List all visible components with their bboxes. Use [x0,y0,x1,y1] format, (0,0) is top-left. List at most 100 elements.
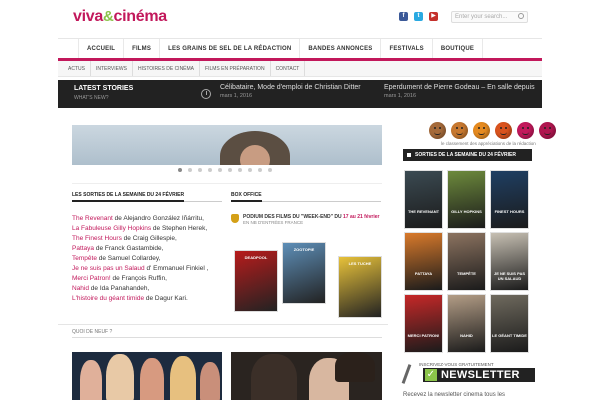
smiley-eye [434,127,436,129]
nav-item-bandes-annonces[interactable]: Bandes annonces [300,39,382,58]
rating-smiley-icon[interactable] [451,122,468,139]
release-film-link[interactable]: La Fabuleuse Gilly Hopkins [72,225,151,232]
nahid-poster[interactable]: Nahid [447,294,486,353]
box-office-title-text: Box Office [231,192,262,202]
rating-smileys [429,122,556,139]
ticker-story-date: mars 1, 2016 [384,93,417,99]
smiley-mouth [478,132,485,135]
smiley-mouth [456,132,463,135]
pen-icon [401,364,412,384]
slider-dot[interactable] [188,168,192,172]
slider-dot[interactable] [268,168,272,172]
slider-dot[interactable] [258,168,262,172]
smiley-mouth [500,132,507,135]
release-director: de Samuel Collardey, [96,255,161,262]
tuche-poster[interactable]: Les Tuche [338,256,382,318]
rating-smiley-icon[interactable] [539,122,556,139]
podium-dates[interactable]: 17 au 21 février [343,214,379,220]
release-film-link[interactable]: Pattaya [72,245,94,252]
geant-timide-poster[interactable]: Le géant timide [490,294,529,353]
ticker-story-title: Eperdument de Pierre Godeau – En salle d… [384,84,535,91]
poster-title: The Revenant [407,209,440,214]
deadpool-poster[interactable]: Deadpool [234,250,278,312]
box-office-box: Box Office PODIUM DES FILMS DU "WEEK-END… [231,192,382,318]
smiley-mouth [434,132,441,135]
youtube-icon[interactable]: ▶ [429,12,438,21]
gilly-hopkins-poster[interactable]: Gilly Hopkins [447,170,486,229]
poster-title: Les Tuche [348,261,372,266]
weekly-releases-title-text: Les sorties de la semaine du 24 février [72,192,185,202]
newsletter-description: Recevez la newsletter cinema tous les [403,392,506,398]
release-film-link[interactable]: The Finest Hours [72,235,122,242]
slider-dot[interactable] [228,168,232,172]
subnav-item-contact[interactable]: Contact [271,61,306,76]
release-item: The Revenant de Alejandro González Iñárr… [72,214,222,224]
divider [72,337,382,338]
slider-dot[interactable] [218,168,222,172]
subnav-item-interviews[interactable]: Interviews [91,61,133,76]
sub-nav: Actus Interviews Histoires de cinéma Fil… [58,61,542,77]
release-item: L'histoire du géant timide de Dagur Kari… [72,294,222,304]
release-film-link[interactable]: The Revenant [72,215,113,222]
subnav-item-preparation[interactable]: Films en préparation [200,61,271,76]
poster-title: Gilly Hopkins [451,209,482,214]
ticker-story-date: mars 1, 2016 [220,93,253,99]
nav-item-grains-de-sel[interactable]: Les grains de sel de la rédaction [160,39,301,58]
search-input[interactable]: Enter your search... [451,11,528,23]
search-placeholder: Enter your search... [455,14,508,20]
slider-dot[interactable] [208,168,212,172]
ticker-story[interactable]: Eperdument de Pierre Godeau – En salle d… [384,84,535,99]
pattaya-poster[interactable]: Pattaya [404,232,443,291]
podium-text: PODIUM DES FILMS DU "WEEK-END" DU 17 au … [231,214,381,226]
poster-title: Je ne suis pas un salaud [493,271,526,281]
main-nav: Accueil Films Les grains de sel de la ré… [58,38,542,61]
release-film-link[interactable]: L'histoire du géant timide [72,295,144,302]
release-director: de Alejandro González Iñárritu, [112,215,204,222]
news-photo-couple[interactable] [231,352,382,400]
the-revenant-poster[interactable]: The Revenant [404,170,443,229]
release-film-link[interactable]: Tempête [72,255,97,262]
logo-part-viva: viva [73,8,103,25]
merci-patron-poster[interactable]: Merci Patron! [404,294,443,353]
release-film-link[interactable]: Merci Patron! [72,275,111,282]
page: viva&cinéma f t ▶ Enter your search... A… [0,0,600,400]
rating-smiley-icon[interactable] [429,122,446,139]
checkmark-icon: ✓ [425,369,437,381]
release-item: Je ne suis pas un Salaud d' Emmanuel Fin… [72,264,222,274]
nav-item-festivals[interactable]: Festivals [381,39,433,58]
finest-hours-poster[interactable]: Finest Hours [490,170,529,229]
search-icon[interactable] [518,13,524,19]
tempete-poster[interactable]: Tempête [447,232,486,291]
latest-stories-subtitle: What's new? [74,95,109,101]
slider-dot[interactable] [178,168,182,172]
rating-smiley-icon[interactable] [517,122,534,139]
nav-item-boutique[interactable]: Boutique [433,39,484,58]
subnav-item-histoires[interactable]: Histoires de cinéma [133,61,201,76]
facebook-icon[interactable]: f [399,12,408,21]
rating-smiley-icon[interactable] [473,122,490,139]
salaud-poster[interactable]: Je ne suis pas un salaud [490,232,529,291]
subnav-item-actus[interactable]: Actus [63,61,91,76]
poster-title: Tempête [457,271,476,276]
slider-dot[interactable] [198,168,202,172]
featured-slider-image[interactable] [72,125,382,165]
ticker-story[interactable]: Célibataire, Mode d'emploi de Christian … [220,84,361,99]
rating-smiley-icon[interactable] [495,122,512,139]
site-logo[interactable]: viva&cinéma [73,8,167,26]
slider-dot[interactable] [248,168,252,172]
news-photo-group[interactable] [72,352,222,400]
photo-person [140,358,164,400]
newsletter-title: ✓ NEWSLETTER [423,368,535,382]
smiley-eye [549,127,551,129]
zootopia-poster[interactable]: Zootopie [282,242,326,304]
nav-item-accueil[interactable]: Accueil [78,39,125,58]
release-film-link[interactable]: Je ne suis pas un Salaud [72,265,145,272]
release-item: Tempête de Samuel Collardey, [72,254,222,264]
newsletter-banner[interactable]: Inscrivez-vous gratuitement ✓ NEWSLETTER [413,362,535,384]
nav-item-films[interactable]: Films [124,39,161,58]
twitter-icon[interactable]: t [414,12,423,21]
slider-dot[interactable] [238,168,242,172]
smiley-eye [478,127,480,129]
release-film-link[interactable]: Nahid [72,285,89,292]
release-item: Pattaya de Franck Gastambide, [72,244,222,254]
